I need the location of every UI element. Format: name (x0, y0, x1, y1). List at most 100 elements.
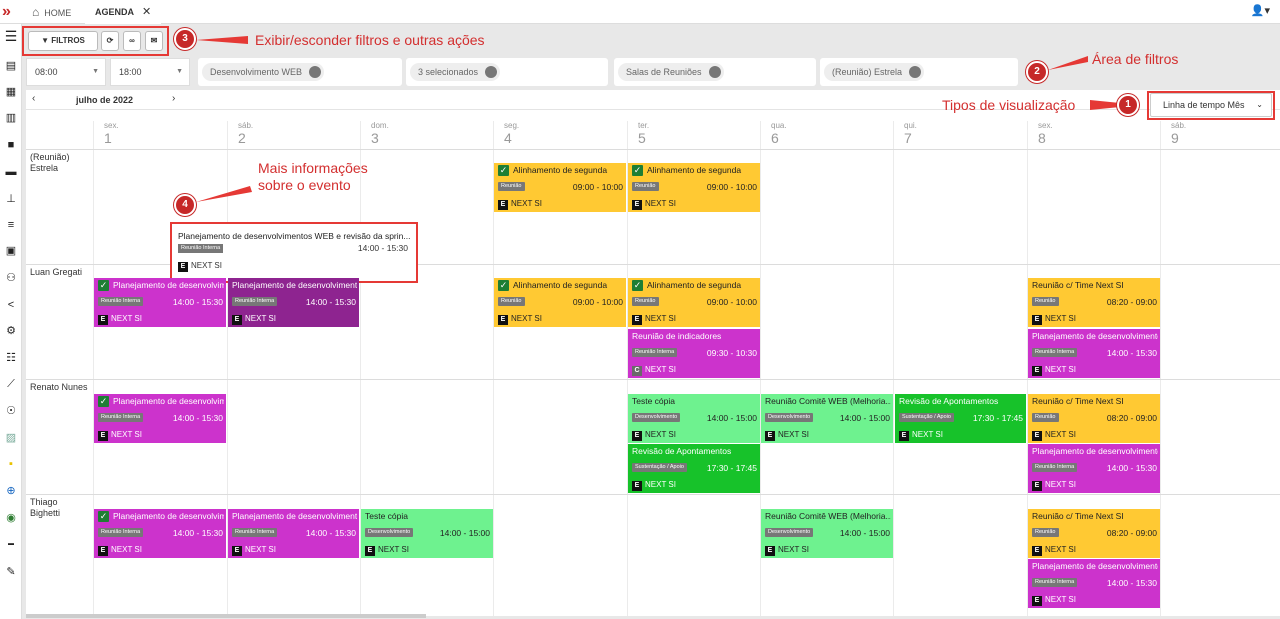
resource-name: (Reunião) Estrela (30, 152, 70, 173)
event-card[interactable]: ✓ Alinhamento de segunda Reunião 09:00 - … (628, 278, 760, 327)
event-card[interactable]: Planejamento de desenvolvimentos WEB e r… (228, 278, 359, 327)
event-title: Planejamento de desenvolvimentos WEB e r… (232, 280, 357, 290)
event-card[interactable]: Reunião c/ Time Next SI Reunião 08:20 - … (1028, 509, 1160, 558)
filter-project[interactable]: Desenvolvimento WEB (198, 58, 402, 86)
company-name: NEXT SI (778, 430, 809, 439)
company-name: NEXT SI (191, 261, 222, 270)
event-title: Planejamento de desenvolvimentos WEB e r… (113, 280, 224, 290)
teamviewer-icon[interactable]: ⊕ (3, 483, 19, 499)
day-weekday: sex. (104, 121, 119, 130)
list-icon[interactable]: ▤ (3, 58, 19, 74)
event-card[interactable]: Reunião de indicadores Reunião Interna 0… (628, 329, 760, 378)
event-card[interactable]: Planejamento de desenvolvimentos WEB e r… (1028, 559, 1160, 608)
event-time: 14:00 - 15:30 (1106, 463, 1157, 473)
app-logo-icon[interactable]: » (2, 3, 22, 21)
row-divider (26, 149, 1280, 150)
event-tag: Reunião (498, 182, 525, 191)
company-name: NEXT SI (245, 545, 276, 554)
event-card[interactable]: Reunião c/ Time Next SI Reunião 08:20 - … (1028, 278, 1160, 327)
horizontal-scrollbar[interactable] (26, 614, 426, 618)
settings-icon[interactable]: ⚙ (3, 323, 19, 339)
filter-project-chip: Desenvolvimento WEB (202, 63, 325, 81)
calendar-icon[interactable]: ▦ (3, 84, 19, 100)
event-card[interactable]: ✓ Alinhamento de segunda Reunião 09:00 - … (628, 163, 760, 212)
kanban-icon[interactable]: ▥ (3, 110, 19, 126)
event-time: 08:20 - 09:00 (1106, 413, 1157, 423)
toggle-icon[interactable] (485, 66, 498, 78)
time-to-select[interactable]: 18:00 ▼ (110, 58, 190, 86)
event-card[interactable]: Teste cópia Desenvolvimento 14:00 - 15:0… (361, 509, 493, 558)
filter-room-label: (Reunião) Estrela (832, 67, 903, 77)
day-header: dom. 3 (360, 121, 493, 149)
whatsapp-icon[interactable]: ◉ (3, 510, 19, 526)
company-badge: E (232, 546, 242, 556)
day-header: sáb. 9 (1160, 121, 1280, 149)
tab-home[interactable]: ⌂ HOME (32, 0, 71, 24)
note-icon[interactable]: ▪ (3, 456, 19, 472)
event-company: E NEXT SI (498, 199, 542, 210)
users-icon[interactable]: ⚇ (3, 270, 19, 286)
event-card[interactable]: Planejamento de desenvolvimentos WEB e r… (1028, 444, 1160, 493)
sliders-icon[interactable]: ☷ (3, 350, 19, 366)
grid-line (1160, 121, 1161, 616)
event-card[interactable]: Planejamento de desenvolvimentos WEB e r… (228, 509, 359, 558)
filter-project-label: Desenvolvimento WEB (210, 67, 303, 77)
callout-4: 4 (174, 194, 196, 216)
folder-icon[interactable]: ▬ (3, 164, 19, 180)
menu-icon[interactable]: ☰ (3, 28, 19, 44)
event-tag: Reunião Interna (632, 348, 678, 357)
company-name: NEXT SI (511, 314, 542, 323)
event-card[interactable]: Reunião Comitê WEB (Melhoria... Desenvol… (761, 394, 893, 443)
prev-month-icon[interactable]: ‹ (32, 93, 35, 104)
event-tag: Reunião (1032, 297, 1059, 306)
toggle-icon[interactable] (309, 66, 322, 78)
share-icon[interactable]: < (3, 297, 19, 313)
event-tag: Reunião Interna (1032, 348, 1078, 357)
event-time: 09:00 - 10:00 (706, 182, 757, 192)
wrench-icon[interactable]: ✎ (3, 564, 19, 580)
event-card[interactable]: Reunião c/ Time Next SI Reunião 08:20 - … (1028, 394, 1160, 443)
event-card[interactable]: Reunião Comitê WEB (Melhoria... Desenvol… (761, 509, 893, 558)
next-month-icon[interactable]: › (172, 93, 175, 104)
filter-room-selected[interactable]: (Reunião) Estrela (820, 58, 1018, 86)
event-detail-popup[interactable]: Planejamento de desenvolvimentos WEB e r… (170, 222, 418, 283)
event-card[interactable]: ✓ Planejamento de desenvolvimentos WEB e … (94, 509, 226, 558)
close-icon[interactable]: ✕ (142, 6, 151, 18)
misc-icon[interactable]: ▬ (3, 536, 19, 552)
filter-rooms[interactable]: Salas de Reuniões (614, 58, 816, 86)
event-card[interactable]: Revisão de Apontamentos Sustentação / Ap… (628, 444, 760, 493)
event-card[interactable]: ✓ Alinhamento de segunda Reunião 09:00 - … (494, 278, 626, 327)
day-number: 9 (1171, 130, 1179, 146)
toggle-icon[interactable] (708, 66, 721, 78)
user-menu-icon[interactable]: 👤▾ (1251, 4, 1270, 17)
filter-users[interactable]: 3 selecionados (406, 58, 608, 86)
trend-icon[interactable]: ⟋ (3, 376, 19, 392)
event-card[interactable]: ✓ Alinhamento de segunda Reunião 09:00 - … (494, 163, 626, 212)
event-company: E NEXT SI (1032, 430, 1076, 441)
event-card[interactable]: Teste cópia Desenvolvimento 14:00 - 15:0… (628, 394, 760, 443)
event-card[interactable]: ✓ Planejamento de desenvolvimentos WEB e … (94, 278, 226, 327)
chevron-down-icon: ▼ (92, 68, 99, 75)
event-time: 09:00 - 10:00 (572, 297, 623, 307)
event-card[interactable]: Planejamento de desenvolvimentos WEB e r… (1028, 329, 1160, 378)
lightbulb-icon[interactable]: ☉ (3, 403, 19, 419)
event-tag: Reunião (498, 297, 525, 306)
image-icon[interactable]: ▨ (3, 430, 19, 446)
chat-icon[interactable]: ■ (3, 137, 19, 153)
company-name: NEXT SI (111, 314, 142, 323)
toggle-icon[interactable] (909, 66, 922, 78)
event-card[interactable]: ✓ Planejamento de desenvolvimentos WEB e … (94, 394, 226, 443)
document-icon[interactable]: ▣ (3, 243, 19, 259)
hierarchy-icon[interactable]: ⊥ (3, 191, 19, 207)
event-card[interactable]: Revisão de Apontamentos Sustentação / Ap… (895, 394, 1026, 443)
bullet-list-icon[interactable]: ≡ (3, 217, 19, 233)
check-icon: ✓ (498, 280, 509, 291)
event-time: 14:00 - 15:30 (305, 528, 356, 538)
company-name: NEXT SI (645, 199, 676, 208)
event-company: C NEXT SI (632, 365, 676, 376)
event-time: 14:00 - 15:30 (172, 528, 223, 538)
tab-agenda[interactable]: AGENDA ✕ (85, 0, 162, 24)
time-from-select[interactable]: 08:00 ▼ (26, 58, 106, 86)
popup-tag: Reunião Interna (178, 244, 224, 253)
event-company: E NEXT SI (632, 314, 676, 325)
